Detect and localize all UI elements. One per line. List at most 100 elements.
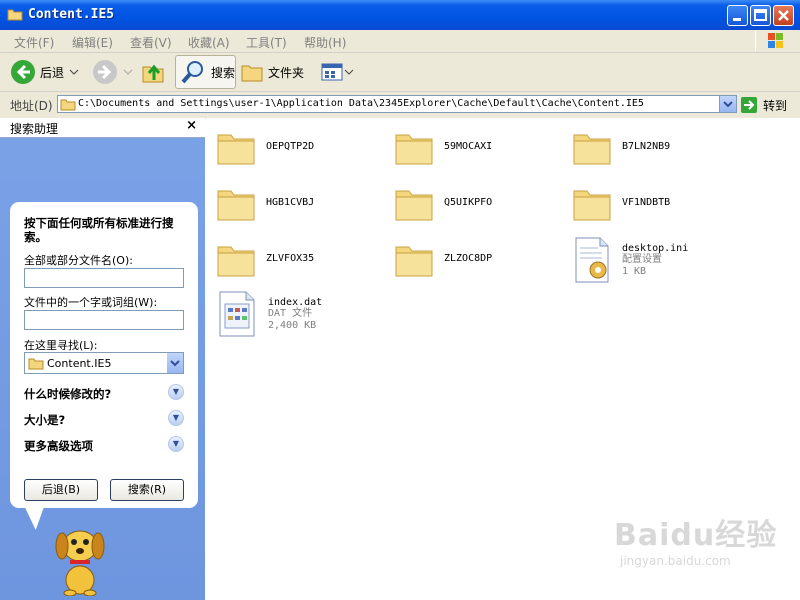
file-size: 1 KB (622, 265, 647, 277)
option-label: 什么时候修改的? (24, 387, 112, 401)
address-input[interactable]: C:\Documents and Settings\user-1\Applica… (57, 95, 737, 113)
address-bar: 地址(D) C:\Documents and Settings\user-1\A… (0, 92, 800, 119)
folder-name: ZLZOC8DP (444, 252, 493, 264)
menu-help[interactable]: 帮助(H) (304, 34, 346, 51)
folder-icon (573, 134, 611, 165)
folder-name: B7LN2NB9 (622, 140, 671, 152)
search-label: 搜索 (210, 65, 235, 80)
start-search-button[interactable]: 搜索(R) (110, 479, 184, 501)
folders-button[interactable]: 文件夹 (240, 55, 304, 89)
look-in-dropdown-button[interactable] (167, 353, 183, 373)
up-folder-icon (142, 64, 164, 83)
file-item[interactable]: desktop.ini 配置设置 1 KB (572, 236, 688, 284)
back-label: 后退 (40, 65, 65, 80)
window-title: Content.IE5 (28, 7, 115, 22)
word-input[interactable] (24, 310, 184, 330)
folder-item[interactable]: ZLZOC8DP (394, 238, 492, 278)
close-icon (778, 10, 789, 21)
folder-name: HGB1CVBJ (266, 196, 315, 208)
back-button[interactable]: 后退 (10, 55, 80, 89)
minimize-icon (733, 18, 741, 21)
menu-file[interactable]: 文件(F) (14, 34, 54, 51)
folders-icon (241, 65, 263, 82)
expand-chevron-icon[interactable]: ▼ (168, 384, 184, 400)
bubble-tail (24, 506, 48, 530)
windows-logo-icon (755, 31, 783, 51)
folder-item[interactable]: B7LN2NB9 (572, 126, 670, 166)
look-in-select[interactable]: Content.IE5 (24, 352, 184, 374)
folder-name: Q5UIKPFO (444, 196, 493, 208)
menu-tools[interactable]: 工具(T) (246, 34, 287, 51)
folder-icon (395, 134, 433, 165)
word-label: 文件中的一个字或词组(W): (24, 296, 158, 309)
back-search-button[interactable]: 后退(B) (24, 479, 98, 501)
file-name: desktop.ini (622, 242, 689, 254)
folder-item[interactable]: 59MOCAXI (394, 126, 492, 166)
search-icon (181, 61, 203, 84)
folder-icon (395, 190, 433, 221)
search-pane-title: 搜索助理 (10, 122, 59, 136)
chevron-down-icon (123, 69, 133, 75)
maximize-button[interactable] (750, 5, 771, 26)
folder-name: ZLVFOX35 (266, 252, 315, 264)
file-details: desktop.ini 配置设置 1 KB (622, 243, 688, 278)
minimize-button[interactable] (727, 5, 748, 26)
menu-favorites[interactable]: 收藏(A) (188, 34, 230, 51)
option-label: 大小是? (24, 413, 66, 427)
file-name: index.dat (268, 296, 323, 308)
file-details: index.dat DAT 文件 2,400 KB (268, 297, 322, 332)
search-button[interactable]: 搜索 (175, 55, 236, 89)
option-advanced[interactable]: 更多高级选项 ▼ (24, 436, 184, 454)
search-pane-header: 搜索助理 × (0, 118, 205, 138)
file-type: 配置设置 (622, 253, 662, 265)
search-pane: 搜索助理 × 按下面任何或所有标准进行搜索。 全部或部分文件名(O): 文件中的… (0, 118, 205, 600)
back-arrow-icon (11, 60, 35, 84)
folder-icon (217, 134, 255, 165)
menu-bar: 文件(F) 编辑(E) 查看(V) 收藏(A) 工具(T) 帮助(H) (0, 30, 800, 53)
address-dropdown-button[interactable] (719, 96, 736, 112)
menu-view[interactable]: 查看(V) (130, 34, 172, 51)
dat-file-icon (219, 291, 255, 337)
close-pane-button[interactable]: × (186, 118, 197, 133)
folder-item[interactable]: HGB1CVBJ (216, 182, 314, 222)
filename-input[interactable] (24, 268, 184, 288)
folder-icon (395, 246, 433, 277)
folder-icon (60, 99, 76, 111)
folder-name: 59MOCAXI (444, 140, 493, 152)
folder-item[interactable]: ZLVFOX35 (216, 238, 314, 278)
folder-icon (217, 246, 255, 277)
forward-arrow-icon (93, 60, 117, 84)
file-item[interactable]: index.dat DAT 文件 2,400 KB (218, 290, 322, 338)
folders-label: 文件夹 (268, 65, 305, 80)
close-button[interactable] (773, 5, 794, 26)
forward-button[interactable] (92, 55, 134, 89)
views-button[interactable] (320, 55, 354, 89)
expand-chevron-icon[interactable]: ▼ (168, 436, 184, 452)
filename-label: 全部或部分文件名(O): (24, 254, 133, 267)
expand-chevron-icon[interactable]: ▼ (168, 410, 184, 426)
file-type: DAT 文件 (268, 307, 313, 319)
up-folder-button[interactable] (140, 55, 166, 89)
address-label: 地址(D) (10, 99, 53, 113)
folder-icon (217, 190, 255, 221)
watermark-brand: Baidu经验 (614, 518, 778, 553)
option-when-modified[interactable]: 什么时候修改的? ▼ (24, 384, 184, 402)
go-label: 转到 (763, 98, 788, 113)
option-size[interactable]: 大小是? ▼ (24, 410, 184, 428)
views-icon (321, 63, 343, 81)
folder-item[interactable]: Q5UIKPFO (394, 182, 492, 222)
watermark: Baidu经验 jingyan.baidu.com (614, 510, 777, 568)
watermark-url: jingyan.baidu.com (620, 554, 731, 568)
look-in-label: 在这里寻找(L): (24, 339, 98, 352)
folder-icon (28, 358, 44, 370)
menu-edit[interactable]: 编辑(E) (72, 34, 113, 51)
chevron-down-icon (344, 69, 354, 75)
folder-item[interactable]: OEPQTP2D (216, 126, 314, 166)
folder-item[interactable]: VF1NDBTB (572, 182, 670, 222)
folder-name: OEPQTP2D (266, 140, 315, 152)
folder-name: VF1NDBTB (622, 196, 671, 208)
toolbar: 后退 搜索 文件夹 (0, 53, 800, 92)
go-button[interactable]: 转到 (740, 96, 787, 114)
file-size: 2,400 KB (268, 319, 317, 331)
search-dog-icon (55, 530, 105, 596)
